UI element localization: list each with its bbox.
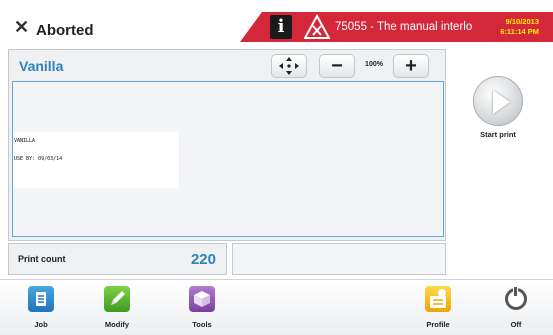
play-icon xyxy=(493,90,510,114)
job-preview-panel: Vanilla − 100% + VANILLA USE BY: 09/03/1… xyxy=(8,49,446,241)
secondary-info-panel xyxy=(232,243,446,275)
job-button[interactable]: Job xyxy=(16,282,66,334)
job-icon xyxy=(28,286,54,312)
warning-icon xyxy=(304,14,330,39)
pencil-icon xyxy=(104,286,130,312)
modify-button[interactable]: Modify xyxy=(92,282,142,334)
alert-timestamp: 9/10/2013 6:11:14 PM xyxy=(500,17,539,37)
job-name: Vanilla xyxy=(19,58,64,74)
print-count-label: Print count xyxy=(18,254,66,264)
label-preview-area[interactable]: VANILLA USE BY: 09/03/14 xyxy=(12,81,444,237)
label-canvas[interactable]: VANILLA USE BY: 09/03/14 xyxy=(13,132,179,188)
zoom-level: 100% xyxy=(365,61,383,68)
profile-label: Profile xyxy=(426,320,450,329)
move-button[interactable] xyxy=(271,54,307,78)
profile-icon xyxy=(425,286,451,312)
profile-button[interactable]: Profile xyxy=(413,282,463,334)
tools-box-icon xyxy=(189,286,215,312)
header-bar: ✕ Aborted i 75055 - The manual interlo 9… xyxy=(0,0,553,44)
label-use-by-text[interactable]: USE BY: 09/03/14 xyxy=(14,156,62,162)
alert-banner[interactable]: i 75055 - The manual interlo 9/10/2013 6… xyxy=(240,12,553,42)
print-count-panel: Print count 220 xyxy=(8,243,227,275)
off-label: Off xyxy=(510,320,522,329)
tools-label: Tools xyxy=(192,320,212,329)
label-product-text[interactable]: VANILLA xyxy=(14,138,35,144)
printer-status: Aborted xyxy=(36,22,94,39)
zoom-in-button[interactable]: + xyxy=(393,54,429,78)
job-label: Job xyxy=(34,320,48,329)
start-print-button[interactable] xyxy=(473,76,523,126)
zoom-out-button[interactable]: − xyxy=(319,54,355,78)
bottom-toolbar: Job Modify Tools Profile Off xyxy=(0,279,553,335)
alert-date: 9/10/2013 xyxy=(505,17,539,26)
start-print-label: Start print xyxy=(480,130,516,139)
tools-button[interactable]: Tools xyxy=(177,282,227,334)
close-icon: ✕ xyxy=(14,17,30,37)
move-arrows-icon xyxy=(279,57,299,75)
alert-time: 6:11:14 PM xyxy=(500,27,539,36)
alert-message: 75055 - The manual interlo xyxy=(335,21,473,33)
off-button[interactable]: Off xyxy=(491,282,541,334)
power-icon xyxy=(505,286,527,310)
print-count-value: 220 xyxy=(190,251,216,268)
info-icon[interactable]: i xyxy=(270,15,292,39)
modify-label: Modify xyxy=(104,320,130,329)
